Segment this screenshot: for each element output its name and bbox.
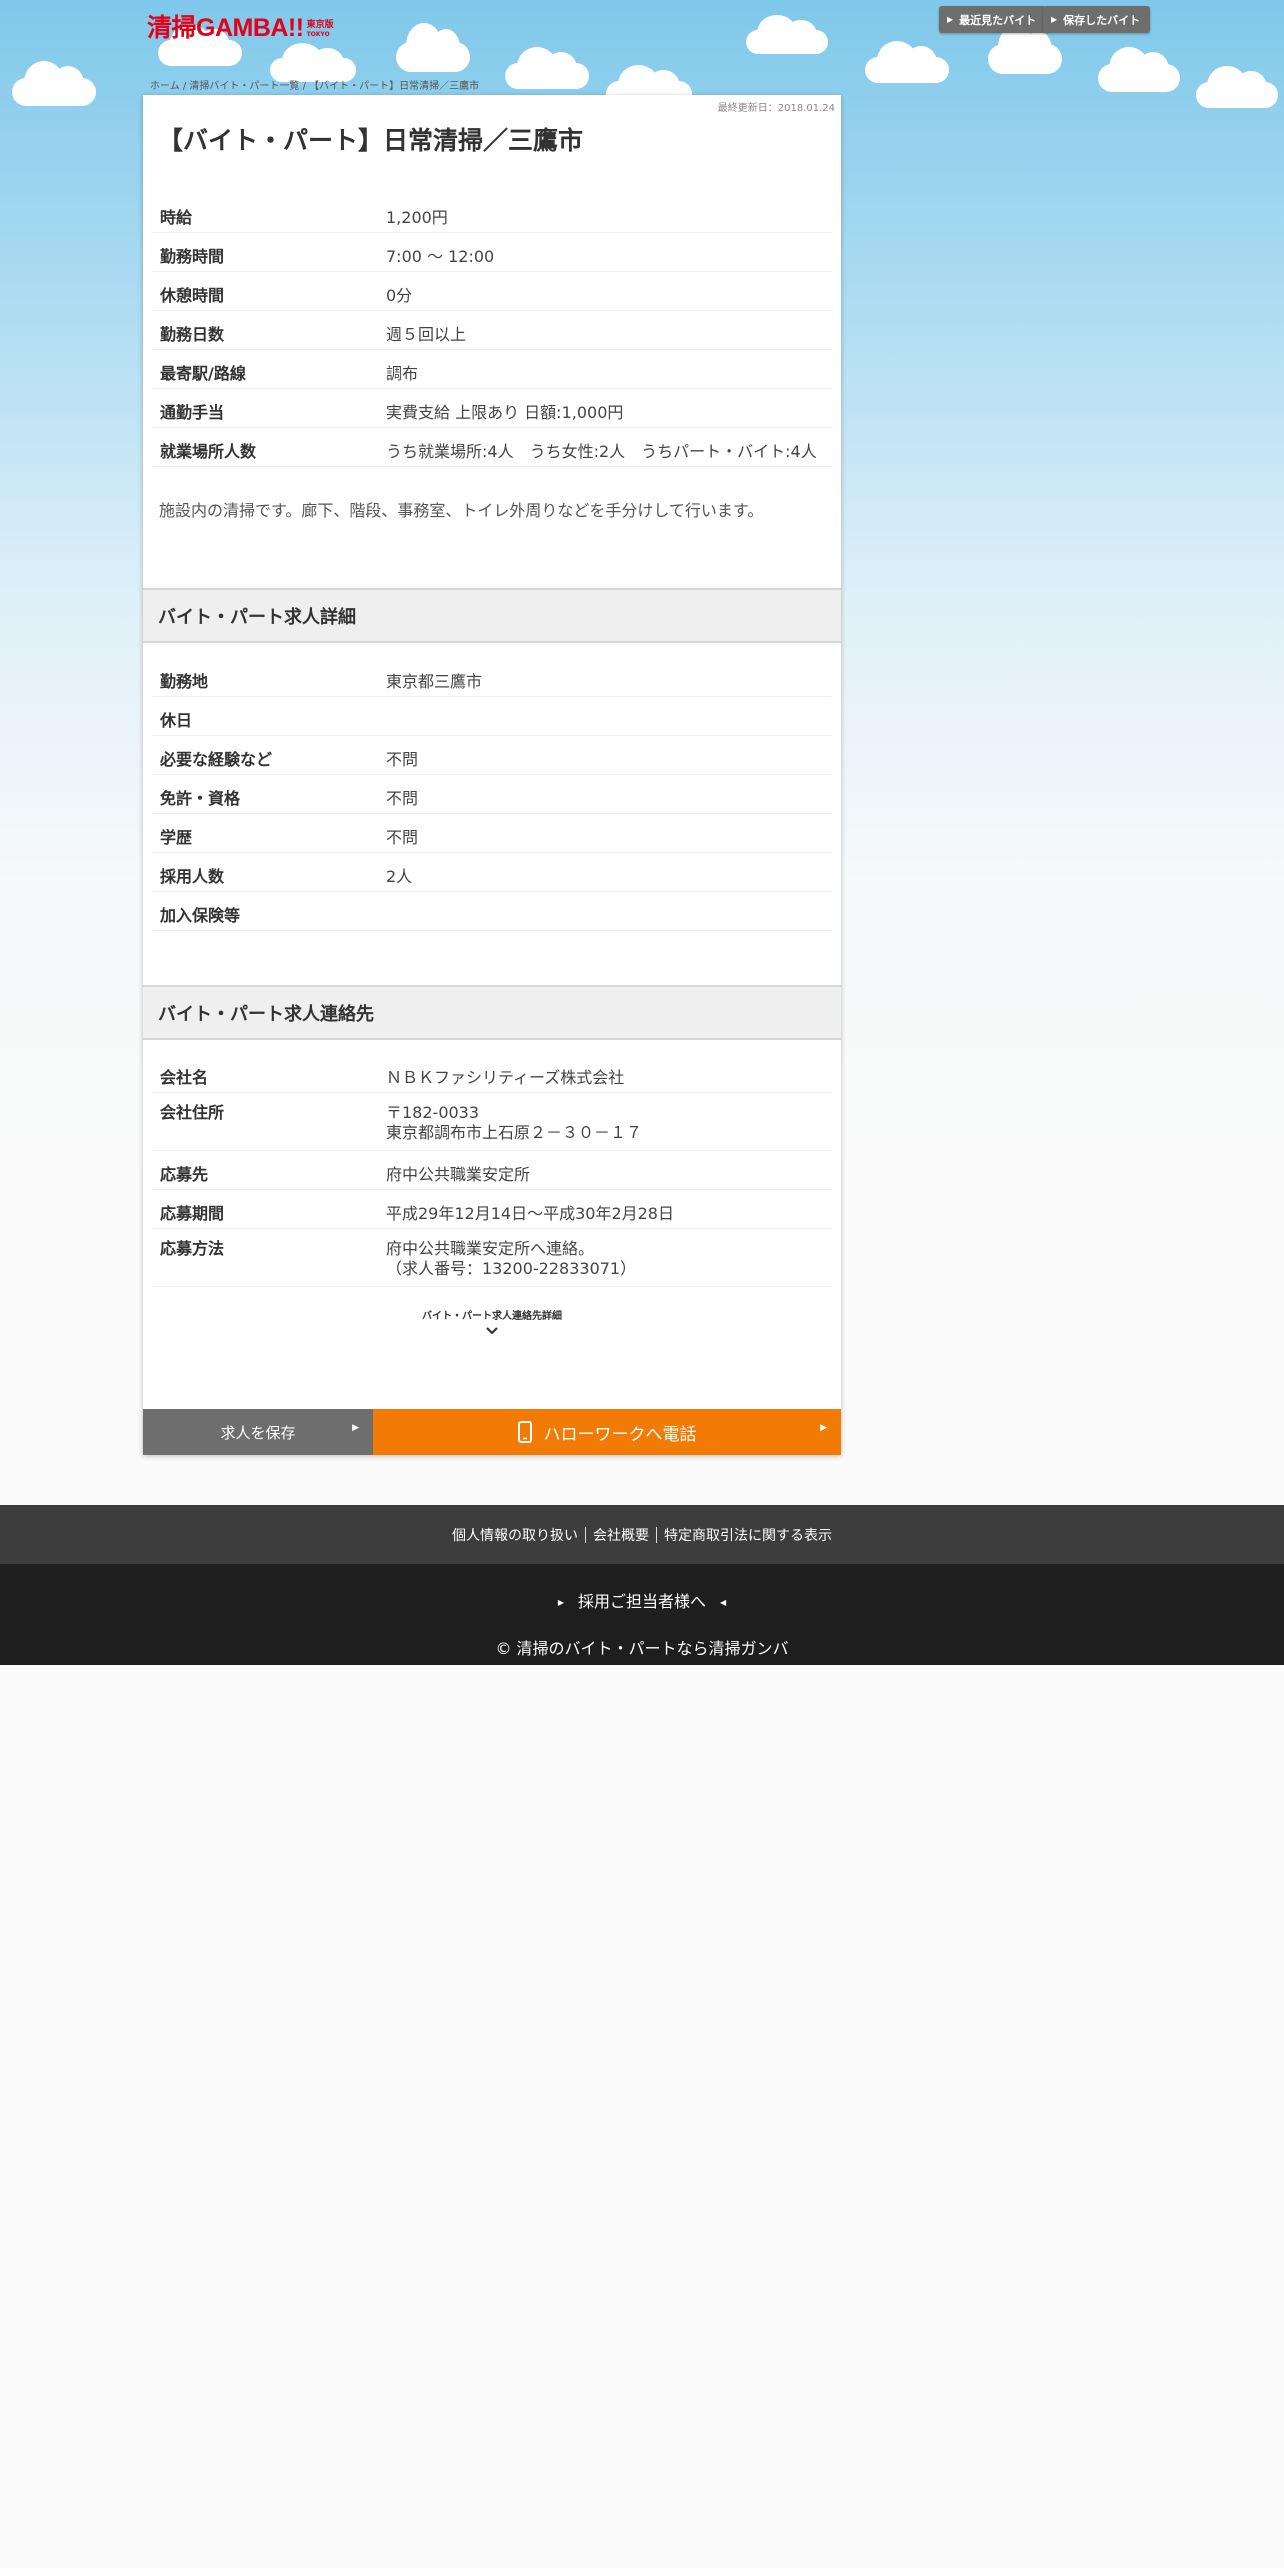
table-row: 勤務地 東京都三鷹市 <box>152 658 832 697</box>
details-table: 勤務地 東京都三鷹市 休日 必要な経験など 不問 免許・資格 不問 学歴 不問 採用人数… <box>152 658 832 931</box>
table-row: 最寄駅/路線 調布 <box>152 350 832 389</box>
divider <box>585 1526 586 1543</box>
logo-text: 清掃GAMBA!! <box>147 14 304 42</box>
breadcrumb[interactable]: ホーム / 清掃バイト・パート一覧 / 【バイト・パート】日常清掃／三鷹市 <box>150 77 479 92</box>
footer-links: 個人情報の取り扱い 会社概要 特定商取引法に関する表示 <box>0 1505 1284 1564</box>
table-row: 就業場所人数 うち就業場所:4人 うち女性:2人 うちパート・バイト:4人 <box>152 428 832 467</box>
page-title: 【バイト・パート】日常清掃／三鷹市 <box>158 126 584 155</box>
site-header: 清掃GAMBA!! 東京版 TOKYO ▶ 最近見たバイト ▶ 保存したバイト … <box>0 0 1284 92</box>
table-row: 休憩時間 0分 <box>152 272 832 311</box>
table-row: 会社名 ＮＢＫファシリティーズ株式会社 <box>152 1054 832 1093</box>
table-row: 応募方法 府中公共職業安定所へ連絡。 （求人番号：13200-22833071） <box>152 1229 832 1287</box>
table-row: 採用人数 2人 <box>152 853 832 892</box>
logo-region: 東京版 TOKYO <box>306 20 334 39</box>
job-description: 施設内の清掃です。廊下、階段、事務室、トイレ外周りなどを手分けして行います。 <box>159 501 764 520</box>
footer-link-privacy[interactable]: 個人情報の取り扱い <box>452 1525 578 1545</box>
table-row: 勤務時間 7:00 ～ 12:00 <box>152 233 832 272</box>
table-row: 勤務日数 週５回以上 <box>152 311 832 350</box>
table-row: 学歴 不問 <box>152 814 832 853</box>
contact-section-heading: バイト・パート求人連絡先 <box>143 985 841 1040</box>
footer-link-commerce-law[interactable]: 特定商取引法に関する表示 <box>664 1525 832 1545</box>
footer-link-company[interactable]: 会社概要 <box>593 1525 649 1545</box>
copyright: © 清掃のバイト・パートなら清掃ガンバ <box>495 1639 789 1658</box>
job-detail-card: 最終更新日：2018.01.24 【バイト・パート】日常清掃／三鷹市 時給 1,2… <box>143 95 841 1455</box>
play-icon: ▶ <box>1051 15 1058 24</box>
table-row: 休日 <box>152 697 832 736</box>
play-icon: ▶ <box>947 15 954 24</box>
saved-jobs-button[interactable]: ▶ 保存したバイト <box>1043 6 1151 33</box>
play-icon: ▶ <box>352 1423 359 1433</box>
divider <box>656 1526 657 1543</box>
table-row: 応募先 府中公共職業安定所 <box>152 1151 832 1190</box>
table-row: 加入保険等 <box>152 892 832 931</box>
recruiter-link[interactable]: ▶ 採用ご担当者様へ ◀ <box>0 1588 1284 1612</box>
table-row: 必要な経験など 不問 <box>152 736 832 775</box>
last-updated: 最終更新日：2018.01.24 <box>717 103 835 114</box>
play-icon: ▶ <box>557 1598 564 1607</box>
table-row: 会社住所 〒182-0033 東京都調布市上石原２－３０－１７ <box>152 1093 832 1151</box>
play-icon: ▶ <box>820 1423 827 1433</box>
table-row: 免許・資格 不問 <box>152 775 832 814</box>
chevron-down-icon <box>486 1327 498 1335</box>
recent-jobs-button[interactable]: ▶ 最近見たバイト <box>939 6 1047 33</box>
contact-table: 会社名 ＮＢＫファシリティーズ株式会社 会社住所 〒182-0033 東京都調布市… <box>152 1054 832 1287</box>
details-section-heading: バイト・パート求人詳細 <box>143 588 841 643</box>
table-row: 応募期間 平成29年12月14日〜平成30年2月28日 <box>152 1190 832 1229</box>
call-hellowork-button[interactable]: ハローワークへ電話 ▶ <box>373 1409 841 1455</box>
play-icon-left: ◀ <box>720 1598 727 1607</box>
table-row: 時給 1,200円 <box>152 194 832 233</box>
save-job-button[interactable]: 求人を保存 ▶ <box>143 1409 373 1455</box>
summary-table: 時給 1,200円 勤務時間 7:00 ～ 12:00 休憩時間 0分 勤務日数 週５回… <box>152 194 832 467</box>
table-row: 通勤手当 実費支給 上限あり 日額:1,000円 <box>152 389 832 428</box>
contact-details-toggle[interactable]: バイト・パート求人連絡先詳細 <box>143 1307 841 1336</box>
footer-bottom: ▶ 採用ご担当者様へ ◀ © 清掃のバイト・パートなら清掃ガンバ <box>0 1564 1284 1665</box>
smartphone-icon <box>517 1421 532 1443</box>
site-logo[interactable]: 清掃GAMBA!! 東京版 TOKYO <box>147 8 334 44</box>
